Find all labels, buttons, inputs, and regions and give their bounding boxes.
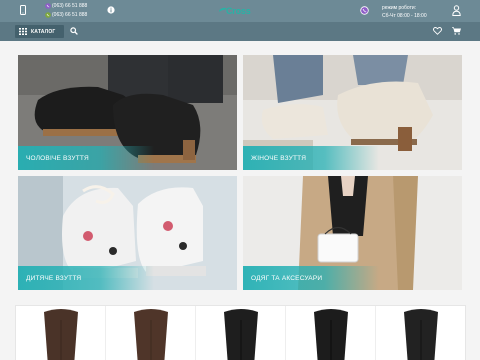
cart-icon[interactable] bbox=[452, 27, 461, 35]
product-photo bbox=[106, 306, 195, 360]
product-photo bbox=[286, 306, 375, 360]
info-icon[interactable] bbox=[107, 6, 115, 14]
category-tile-clothes-accessories[interactable]: ОДЯГ ТА АКСЕСУАРИ bbox=[243, 176, 462, 290]
viber-icon bbox=[45, 3, 51, 9]
category-tile-womens-shoes[interactable]: ЖІНОЧЕ ВЗУТТЯ bbox=[243, 55, 462, 170]
category-tile-kids-shoes[interactable]: ДИТЯЧЕ ВЗУТТЯ bbox=[18, 176, 237, 290]
viber-icon[interactable] bbox=[360, 6, 369, 15]
phone-number-secondary[interactable]: (063) 66 51 888 bbox=[52, 12, 87, 18]
nav-bar: КАТАЛОГ bbox=[0, 22, 480, 41]
product-card[interactable] bbox=[196, 306, 286, 360]
catalog-button[interactable]: КАТАЛОГ bbox=[15, 25, 64, 38]
product-card[interactable] bbox=[106, 306, 196, 360]
grid-icon bbox=[19, 28, 27, 35]
product-card[interactable] bbox=[376, 306, 465, 360]
product-card[interactable] bbox=[286, 306, 376, 360]
product-photo bbox=[16, 306, 105, 360]
viber-icon bbox=[45, 12, 51, 18]
catalog-label: КАТАЛОГ bbox=[31, 29, 56, 35]
schedule-hours: Сб-Чт 08:00 - 18:00 bbox=[382, 13, 427, 19]
heart-icon[interactable] bbox=[433, 27, 442, 35]
product-photo bbox=[376, 306, 465, 360]
product-strip bbox=[15, 305, 466, 360]
user-icon[interactable] bbox=[452, 5, 461, 16]
category-label-kids-shoes: ДИТЯЧЕ ВЗУТТЯ bbox=[18, 266, 154, 290]
category-label-womens-shoes: ЖІНОЧЕ ВЗУТТЯ bbox=[243, 146, 379, 170]
category-label-clothes-accessories: ОДЯГ ТА АКСЕСУАРИ bbox=[243, 266, 379, 290]
schedule-title: режим роботи: bbox=[382, 5, 417, 11]
product-photo bbox=[196, 306, 285, 360]
phone-number-primary[interactable]: (063) 66 51 888 bbox=[52, 3, 87, 9]
top-bar: (063) 66 51 888 (063) 66 51 888 Cross ре… bbox=[0, 0, 480, 22]
logo[interactable]: Cross bbox=[226, 6, 251, 16]
category-label-mens-shoes: ЧОЛОВІЧЕ ВЗУТТЯ bbox=[18, 146, 154, 170]
phone-icon[interactable] bbox=[20, 5, 26, 15]
category-tile-mens-shoes[interactable]: ЧОЛОВІЧЕ ВЗУТТЯ bbox=[18, 55, 237, 170]
search-icon[interactable] bbox=[70, 27, 78, 35]
product-card[interactable] bbox=[16, 306, 106, 360]
